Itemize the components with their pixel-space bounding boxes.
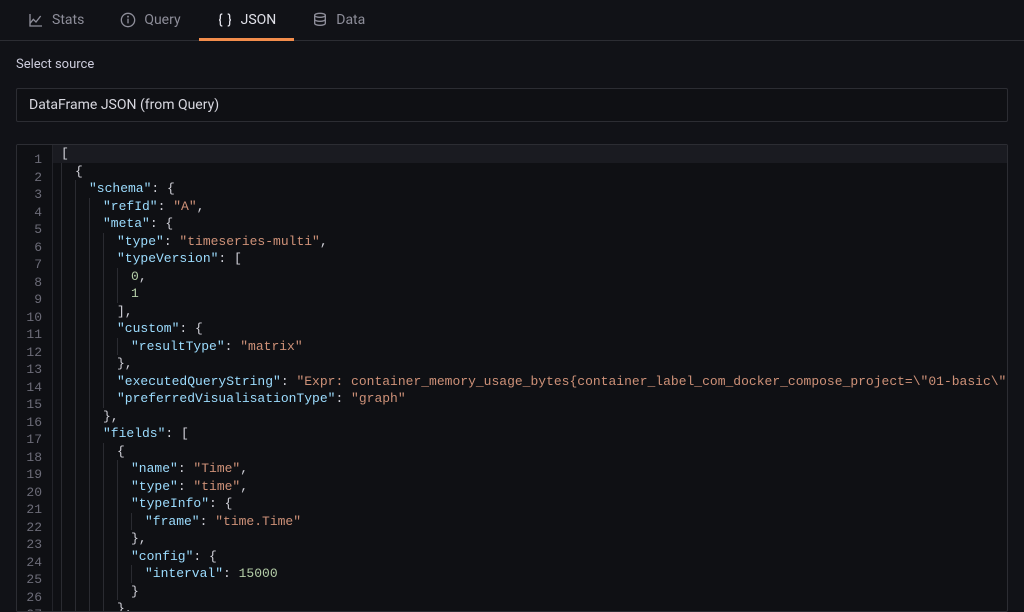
braces-icon bbox=[217, 12, 233, 28]
tab-query[interactable]: Query bbox=[102, 0, 198, 40]
database-icon bbox=[312, 12, 328, 28]
source-select-value: DataFrame JSON (from Query) bbox=[29, 97, 219, 113]
tab-json[interactable]: JSON bbox=[199, 0, 295, 40]
source-select[interactable]: DataFrame JSON (from Query) bbox=[16, 88, 1008, 122]
info-icon bbox=[120, 12, 136, 28]
chart-line-icon bbox=[28, 12, 44, 28]
tab-label: JSON bbox=[241, 12, 277, 28]
line-gutter: 1234567891011121314151617181920212223242… bbox=[17, 145, 53, 611]
tab-data[interactable]: Data bbox=[294, 0, 383, 40]
tab-label: Stats bbox=[52, 12, 84, 28]
tab-stats[interactable]: Stats bbox=[10, 0, 102, 40]
source-label: Select source bbox=[16, 57, 1008, 72]
code-area[interactable]: [{"schema": {"refId": "A","meta": {"type… bbox=[53, 145, 1007, 611]
tab-label: Query bbox=[144, 12, 180, 28]
tab-label: Data bbox=[336, 12, 365, 28]
tabs-bar: Stats Query JSON Data bbox=[0, 0, 1024, 41]
json-editor[interactable]: 1234567891011121314151617181920212223242… bbox=[16, 144, 1008, 612]
